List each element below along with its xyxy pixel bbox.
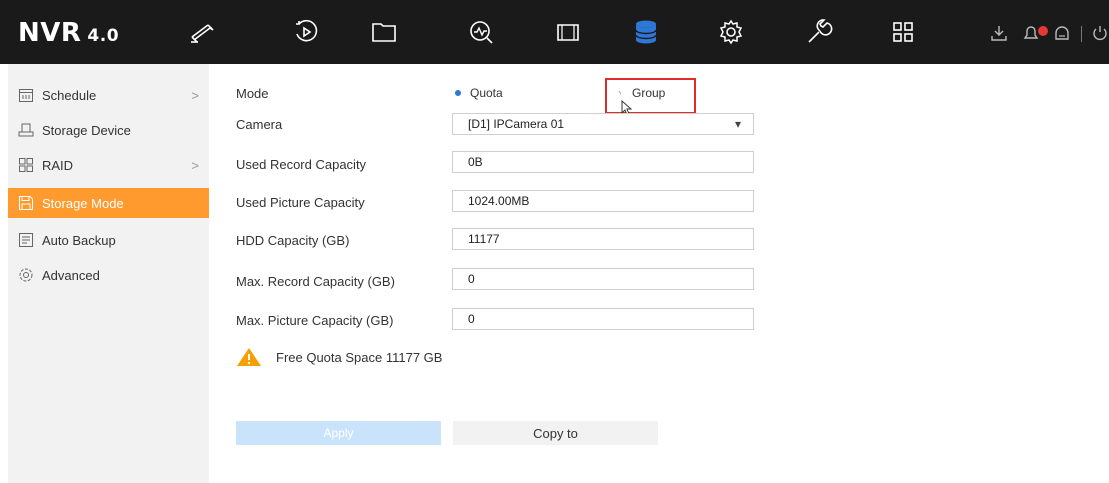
sidebar-item-label: Advanced (42, 267, 100, 283)
sidebar-item-storage-device[interactable]: Storage Device (8, 115, 209, 145)
app-logo: NVR 4.0 (18, 18, 119, 48)
user-icon[interactable] (1053, 24, 1073, 44)
sidebar-item-label: Auto Backup (42, 232, 116, 248)
maintenance-icon[interactable] (803, 16, 835, 48)
calendar-icon (18, 87, 34, 103)
hdd-capacity-field: 11177 (452, 228, 754, 250)
max-record-capacity-input[interactable]: 0 (452, 268, 754, 290)
smart-analysis-icon[interactable] (465, 16, 497, 48)
chevron-right-icon: > (191, 87, 199, 103)
radio-selected-icon (455, 90, 461, 96)
logo-version: 4.0 (87, 26, 120, 46)
settings-icon[interactable] (715, 16, 747, 48)
max-record-capacity-label: Max. Record Capacity (GB) (236, 274, 395, 289)
max-picture-capacity-input[interactable]: 0 (452, 308, 754, 330)
copy-to-button[interactable]: Copy to (453, 421, 658, 445)
camera-label: Camera (236, 117, 283, 132)
sidebar-item-advanced[interactable]: Advanced (8, 260, 209, 290)
radio-label: Group (632, 86, 666, 100)
sidebar-item-auto-backup[interactable]: Auto Backup (8, 225, 209, 255)
camera-select[interactable]: [D1] IPCamera 01 ▾ (452, 113, 754, 135)
backup-icon (18, 232, 34, 248)
logo-text: NVR (18, 18, 82, 48)
top-navigation-bar: NVR 4.0 (0, 0, 1109, 64)
radio-label: Quota (470, 86, 503, 100)
used-record-capacity-field: 0B (452, 151, 754, 173)
used-record-capacity-label: Used Record Capacity (236, 157, 367, 172)
alarm-badge (1038, 26, 1048, 36)
storage-device-icon (18, 122, 34, 138)
sidebar-item-label: Schedule (42, 87, 97, 103)
free-quota-space-text: Free Quota Space 11177 GB (276, 350, 443, 365)
sidebar-item-storage-mode[interactable]: Storage Mode (8, 188, 209, 218)
sidebar: Schedule > Storage Device RAID > Storage… (8, 64, 209, 483)
gear-icon (18, 267, 34, 283)
save-icon (18, 195, 34, 211)
max-picture-capacity-label: Max. Picture Capacity (GB) (236, 313, 394, 328)
sidebar-item-label: Storage Device (42, 122, 131, 138)
chevron-right-icon: > (191, 157, 199, 173)
used-picture-capacity-label: Used Picture Capacity (236, 195, 365, 210)
sidebar-item-label: RAID (42, 157, 74, 173)
power-icon[interactable] (1091, 24, 1109, 44)
sidebar-item-schedule[interactable]: Schedule > (8, 80, 209, 110)
playback-icon[interactable] (290, 16, 322, 48)
mode-label: Mode (236, 86, 269, 101)
sidebar-item-raid[interactable]: RAID > (8, 150, 209, 180)
used-picture-capacity-field: 1024.00MB (452, 190, 754, 212)
storage-icon[interactable] (630, 16, 662, 48)
raid-icon (18, 157, 34, 173)
live-view-icon[interactable] (187, 16, 219, 48)
chevron-down-icon: ▾ (734, 117, 741, 131)
sidebar-item-label: Storage Mode (42, 195, 124, 211)
download-icon[interactable] (990, 24, 1010, 44)
warning-icon (237, 348, 261, 366)
file-management-icon[interactable] (368, 16, 400, 48)
configuration-icon[interactable] (552, 16, 584, 48)
toolbar-divider (1081, 26, 1082, 42)
menu-grid-icon[interactable] (887, 16, 919, 48)
camera-select-value: [D1] IPCamera 01 (468, 117, 565, 131)
apply-button[interactable]: Apply (236, 421, 441, 445)
hdd-capacity-label: HDD Capacity (GB) (236, 233, 350, 248)
mode-group-radio[interactable]: Group (618, 86, 665, 100)
mode-quota-radio[interactable]: Quota (452, 86, 503, 100)
radio-unselected-icon (618, 90, 622, 94)
